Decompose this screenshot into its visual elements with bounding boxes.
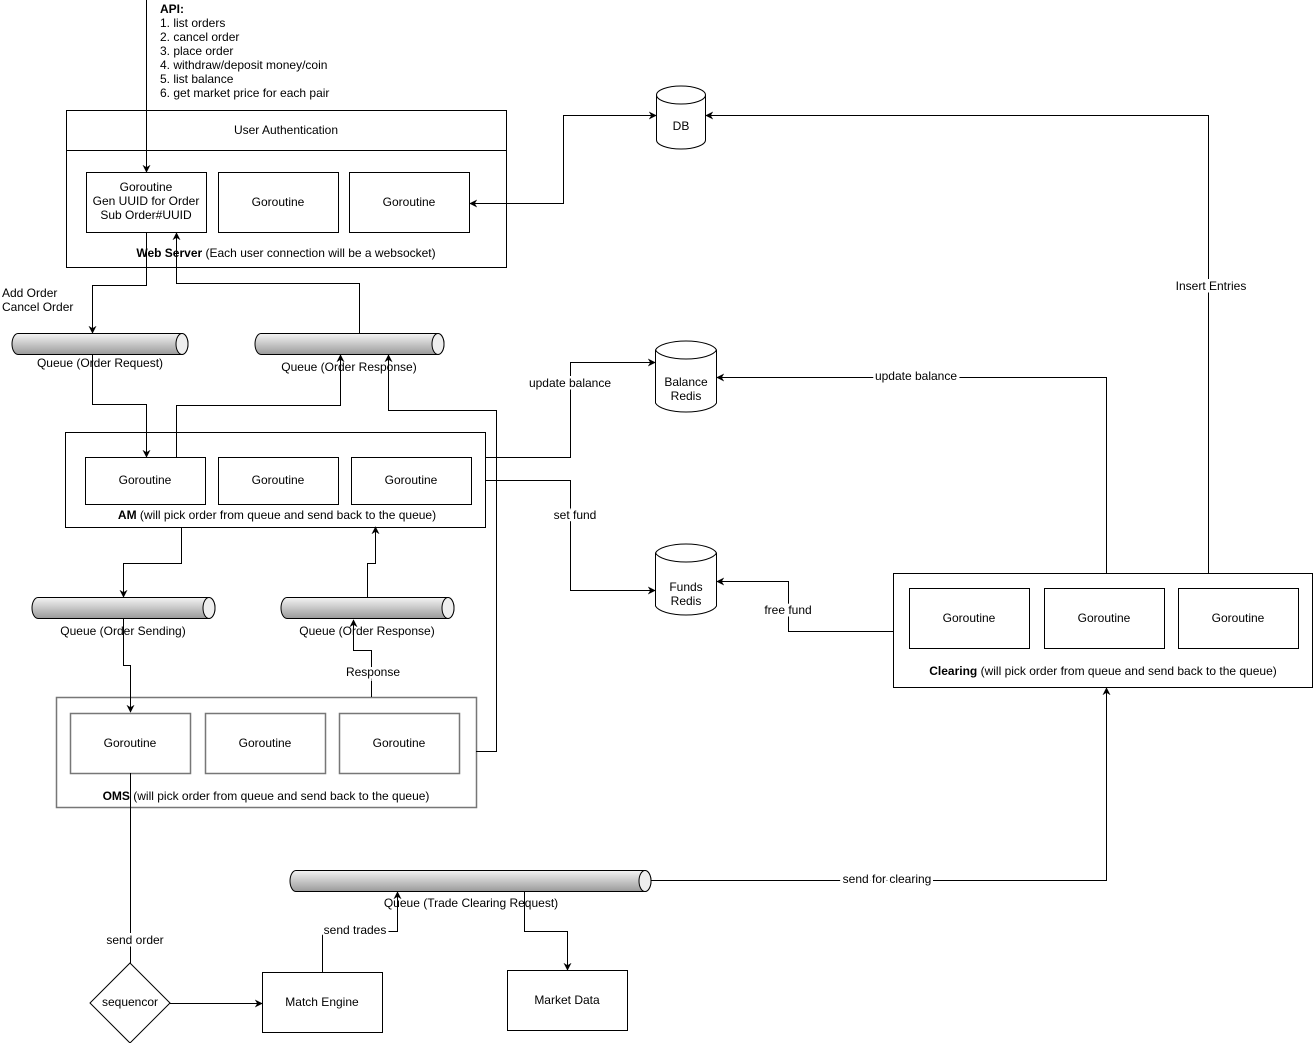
web-server-label: Web Server (Each user connection will be… [136, 246, 435, 260]
update-balance-label: update balance [529, 376, 611, 390]
oms-container[interactable]: Goroutine Goroutine Goroutine OMS (will … [55, 696, 478, 809]
goroutine-label: Goroutine [120, 180, 173, 194]
funds-redis-label: Redis [671, 594, 702, 608]
api-item: 3. place order [160, 44, 233, 58]
match-engine-box[interactable]: Match Engine [262, 972, 383, 1033]
queue-trade-clearing-request[interactable]: Queue (Trade Clearing Request) [289, 870, 652, 911]
funds-redis-label: Funds [669, 580, 702, 594]
response-label: Response [346, 665, 400, 679]
api-item: 6. get market price for each pair [160, 86, 329, 100]
queue-label: Queue (Order Response) [299, 624, 434, 638]
goroutine-label: Goroutine [252, 195, 305, 209]
clearing-label: Clearing (will pick order from queue and… [929, 664, 1277, 678]
db-label: DB [673, 119, 690, 133]
api-item: 1. list orders [160, 16, 225, 30]
queue-order-request[interactable]: Queue (Order Request) [11, 333, 189, 371]
balance-redis-label: Redis [671, 389, 702, 403]
sequencer-label: sequencor [102, 995, 158, 1009]
goroutine-label: Goroutine [943, 611, 996, 625]
goroutine-label: Goroutine [383, 195, 436, 209]
goroutine-label: Gen UUID for Order [93, 194, 200, 208]
architecture-diagram: API: 1. list orders 2. cancel order 3. p… [2, 0, 1313, 1043]
match-engine-label: Match Engine [285, 995, 359, 1009]
user-authentication-header: User Authentication [234, 123, 338, 137]
goroutine-label: Goroutine [1212, 611, 1265, 625]
db-cylinder[interactable]: DB [656, 85, 706, 150]
api-list: API: 1. list orders 2. cancel order 3. p… [160, 2, 329, 100]
api-item: 4. withdraw/deposit money/coin [160, 58, 327, 72]
cancel-order-label: Cancel Order [2, 300, 73, 314]
goroutine-label: Goroutine [119, 473, 172, 487]
market-data-box[interactable]: Market Data [507, 970, 628, 1031]
goroutine-label: Sub Order#UUID [100, 208, 192, 222]
clearing-container[interactable]: Goroutine Goroutine Goroutine Clearing (… [893, 573, 1313, 688]
goroutine-label: Goroutine [1078, 611, 1131, 625]
queue-order-response[interactable]: Queue (Order Response) [254, 333, 445, 375]
funds-redis-cylinder[interactable]: Funds Redis [655, 543, 717, 616]
goroutine-label: Goroutine [104, 736, 157, 750]
insert-entries-label: Insert Entries [1176, 279, 1247, 293]
oms-label: OMS (will pick order from queue and send… [103, 789, 430, 803]
sequencer-diamond[interactable]: sequencor [89, 962, 171, 1043]
api-item: 2. cancel order [160, 30, 239, 44]
update-balance-label: update balance [875, 369, 957, 383]
goroutine-label: Goroutine [373, 736, 426, 750]
goroutine-label: Goroutine [385, 473, 438, 487]
am-container[interactable]: Goroutine Goroutine Goroutine AM (will p… [65, 432, 486, 528]
market-data-label: Market Data [534, 993, 600, 1007]
am-label: AM (will pick order from queue and send … [118, 508, 436, 522]
queue-label: Queue (Order Request) [37, 356, 163, 370]
queue-label: Queue (Trade Clearing Request) [384, 896, 558, 910]
free-fund-label: free fund [764, 603, 811, 617]
goroutine-label: Goroutine [252, 473, 305, 487]
add-order-label: Add Order [2, 286, 57, 300]
queue-order-response-oms[interactable]: Queue (Order Response) [280, 597, 455, 639]
send-order-label: send order [106, 933, 163, 947]
api-title: API: [160, 2, 184, 16]
queue-label: Queue (Order Response) [281, 360, 416, 374]
balance-redis-label: Balance [664, 375, 708, 389]
set-fund-label: set fund [554, 508, 597, 522]
web-server-container[interactable]: User Authentication Goroutine Gen UUID f… [66, 110, 507, 268]
send-for-clearing-label: send for clearing [843, 872, 932, 886]
balance-redis-cylinder[interactable]: Balance Redis [655, 340, 717, 413]
goroutine-label: Goroutine [239, 736, 292, 750]
send-trades-label: send trades [324, 923, 387, 937]
api-item: 5. list balance [160, 72, 234, 86]
